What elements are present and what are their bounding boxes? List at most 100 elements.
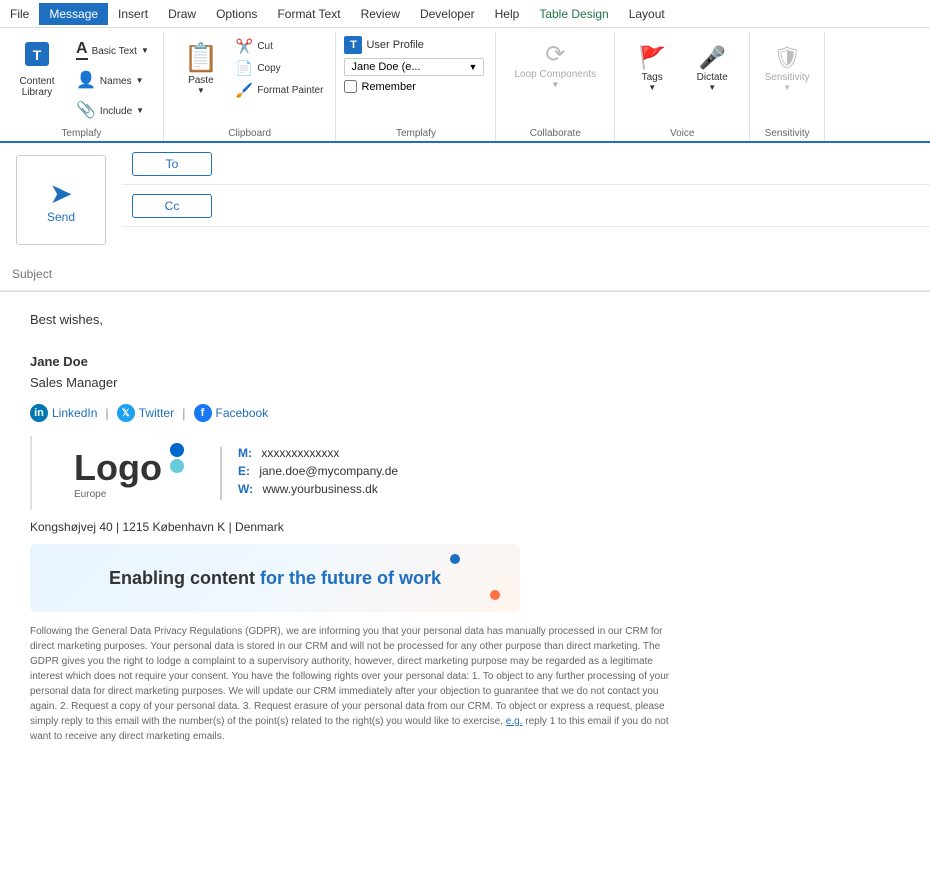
menu-layout[interactable]: Layout — [619, 3, 675, 25]
voice-group: 🚩 Tags ▼ 🎤 Dictate ▼ Voice — [615, 32, 750, 141]
paste-icon: 📋 — [183, 44, 218, 72]
social-links: in LinkedIn | 𝕏 Twitter | f Facebook — [30, 404, 900, 422]
user-profile-header: T User Profile — [344, 36, 487, 54]
content-library-label: Content Library — [8, 76, 66, 98]
paste-button[interactable]: 📋 Paste ▼ — [172, 36, 230, 102]
clipboard-group: 📋 Paste ▼ ✂️ Cut 📄 Copy 🖌️ Format Painte… — [164, 32, 337, 141]
remember-checkbox[interactable] — [344, 80, 357, 93]
send-button[interactable]: ➤ Send — [16, 155, 106, 245]
web-label: W: — [238, 482, 253, 496]
user-profile-group: T User Profile Jane Doe (e... ▼ Remember… — [336, 32, 496, 141]
templafy-group-1: T Content Library A Basic Text ▼ 👤 Names… — [0, 32, 164, 141]
menu-help[interactable]: Help — [485, 3, 530, 25]
menu-file[interactable]: File — [0, 3, 39, 25]
send-label: Send — [47, 210, 75, 224]
email-body[interactable]: Best wishes, Jane Doe Sales Manager in L… — [0, 292, 930, 764]
gdpr-main-text: Following the General Data Privacy Regul… — [30, 626, 669, 727]
cc-input[interactable] — [222, 195, 930, 217]
loop-dropdown-icon: ▼ — [551, 80, 559, 89]
user-profile-dropdown[interactable]: Jane Doe (e... ▼ — [344, 58, 484, 76]
web-line: W: www.yourbusiness.dk — [238, 482, 398, 496]
banner-text: Enabling content for the future of work — [109, 568, 441, 589]
menu-bar: File Message Insert Draw Options Format … — [0, 0, 930, 28]
menu-options[interactable]: Options — [206, 3, 267, 25]
contact-info: M: xxxxxxxxxxxxx E: jane.doe@mycompany.d… — [238, 446, 398, 500]
content-library-button[interactable]: T Content Library — [8, 36, 66, 102]
cut-button[interactable]: ✂️ Cut — [232, 36, 328, 57]
facebook-link[interactable]: f Facebook — [194, 404, 269, 422]
voice-label: Voice — [623, 124, 741, 139]
mobile-line: M: xxxxxxxxxxxxx — [238, 446, 398, 460]
cut-icon: ✂️ — [236, 38, 253, 55]
cc-button[interactable]: Cc — [132, 194, 212, 218]
twitter-label: Twitter — [139, 406, 174, 420]
format-painter-button[interactable]: 🖌️ Format Painter — [232, 80, 328, 101]
logo-dot-blue — [170, 443, 184, 457]
ribbon: T Content Library A Basic Text ▼ 👤 Names… — [0, 28, 930, 143]
sender-name: Jane Doe — [30, 354, 900, 369]
menu-format-text[interactable]: Format Text — [267, 3, 350, 25]
sensitivity-button[interactable]: 🛡 Sensitivity ▼ — [758, 36, 816, 102]
gdpr-link[interactable]: e.g. — [506, 716, 523, 727]
mobile-label: M: — [238, 446, 252, 460]
menu-insert[interactable]: Insert — [108, 3, 158, 25]
collaborate-label: Collaborate — [504, 124, 606, 139]
clipboard-label: Clipboard — [172, 124, 328, 139]
user-profile-value: Jane Doe (e... — [351, 61, 420, 73]
dictate-icon: 🎤 — [698, 47, 725, 69]
to-input[interactable] — [222, 153, 930, 175]
include-icon: 📎 — [76, 100, 96, 120]
banner: Enabling content for the future of work — [30, 544, 520, 612]
include-button[interactable]: 📎 Include ▼ — [70, 96, 155, 124]
signature-card: Logo Europe M: xxxxxxxxxxxxx E: jane.doe… — [30, 436, 900, 510]
logo-dot-teal — [170, 459, 184, 473]
menu-draw[interactable]: Draw — [158, 3, 206, 25]
linkedin-link[interactable]: in LinkedIn — [30, 404, 97, 422]
loop-label: Loop Components — [514, 69, 596, 80]
banner-dot-blue — [450, 554, 460, 564]
templafy2-label: Templafy — [344, 124, 487, 139]
format-painter-icon: 🖌️ — [236, 82, 253, 99]
twitter-icon: 𝕏 — [117, 404, 135, 422]
tags-button[interactable]: 🚩 Tags ▼ — [623, 36, 681, 102]
menu-review[interactable]: Review — [351, 3, 410, 25]
email-value: jane.doe@mycompany.de — [259, 464, 398, 478]
loop-components-button[interactable]: ⟳ Loop Components ▼ — [504, 36, 606, 93]
basic-text-icon: A — [76, 40, 88, 60]
copy-button[interactable]: 📄 Copy — [232, 58, 328, 79]
to-button[interactable]: To — [132, 152, 212, 176]
web-value: www.yourbusiness.dk — [262, 482, 377, 496]
tags-dropdown-icon: ▼ — [648, 83, 656, 92]
menu-developer[interactable]: Developer — [410, 3, 485, 25]
separator-1: | — [105, 406, 108, 421]
dictate-button[interactable]: 🎤 Dictate ▼ — [683, 36, 741, 102]
names-button[interactable]: 👤 Names ▼ — [70, 66, 155, 94]
sensitivity-group: 🛡 Sensitivity ▼ Sensitivity — [750, 32, 825, 141]
paste-dropdown-icon: ▼ — [197, 86, 205, 95]
menu-message[interactable]: Message — [39, 3, 108, 25]
email-contact-label: E: — [238, 464, 250, 478]
twitter-link[interactable]: 𝕏 Twitter — [117, 404, 174, 422]
banner-dot-orange — [490, 590, 500, 600]
svg-text:T: T — [33, 47, 42, 63]
separator-2: | — [182, 406, 185, 421]
basic-text-button[interactable]: A Basic Text ▼ — [70, 36, 155, 64]
menu-table-design[interactable]: Table Design — [529, 3, 618, 25]
sensitivity-icon: 🛡 — [773, 47, 801, 69]
user-profile-dropdown-icon: ▼ — [469, 62, 478, 72]
remember-label: Remember — [361, 81, 415, 93]
gdpr-text: Following the General Data Privacy Regul… — [30, 624, 670, 744]
logo-europe-text: Europe — [74, 489, 106, 500]
names-dropdown-icon: ▼ — [136, 76, 144, 85]
sender-title: Sales Manager — [30, 375, 900, 390]
facebook-label: Facebook — [216, 406, 269, 420]
sensitivity-dropdown-icon: ▼ — [783, 83, 791, 92]
logo-area: Logo Europe — [32, 447, 222, 500]
mobile-value: xxxxxxxxxxxxx — [261, 446, 339, 460]
subject-input[interactable] — [12, 267, 918, 281]
templafy1-label: Templafy — [8, 124, 155, 139]
names-icon: 👤 — [76, 70, 96, 90]
address-line: Kongshøjvej 40 | 1215 København K | Denm… — [30, 520, 900, 534]
user-profile-title: User Profile — [366, 39, 423, 51]
content-library-icon: T — [23, 40, 51, 73]
